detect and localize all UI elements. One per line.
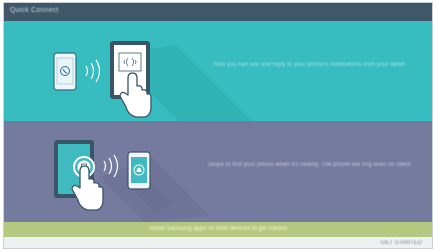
panel-description: Now you can see and reply to your phone'… (213, 62, 405, 68)
footer-bar: GET STARTED (4, 237, 432, 248)
phone-tablet-illustration (53, 41, 252, 121)
tablet-phone-illustration (54, 140, 209, 222)
panel-description: Swipe to find your phone when it's nearb… (207, 162, 411, 168)
panel-phone-to-tablet: Now you can see and reply to your phone'… (4, 21, 432, 121)
signal-waves-icon (85, 59, 101, 83)
phone-device-icon (127, 151, 151, 190)
get-started-button[interactable]: GET STARTED (381, 240, 422, 246)
info-band-text: Install Samsung apps on both devices to … (149, 226, 287, 232)
window-title: Quick Connect (10, 7, 59, 14)
phone-device-icon (53, 52, 77, 91)
app-window: Quick Connect Now you can see and reply … (3, 2, 433, 249)
info-band: Install Samsung apps on both devices to … (4, 222, 432, 237)
panel-tablet-to-phone: Swipe to find your phone when it's nearb… (4, 121, 432, 222)
title-bar: Quick Connect (4, 3, 432, 21)
